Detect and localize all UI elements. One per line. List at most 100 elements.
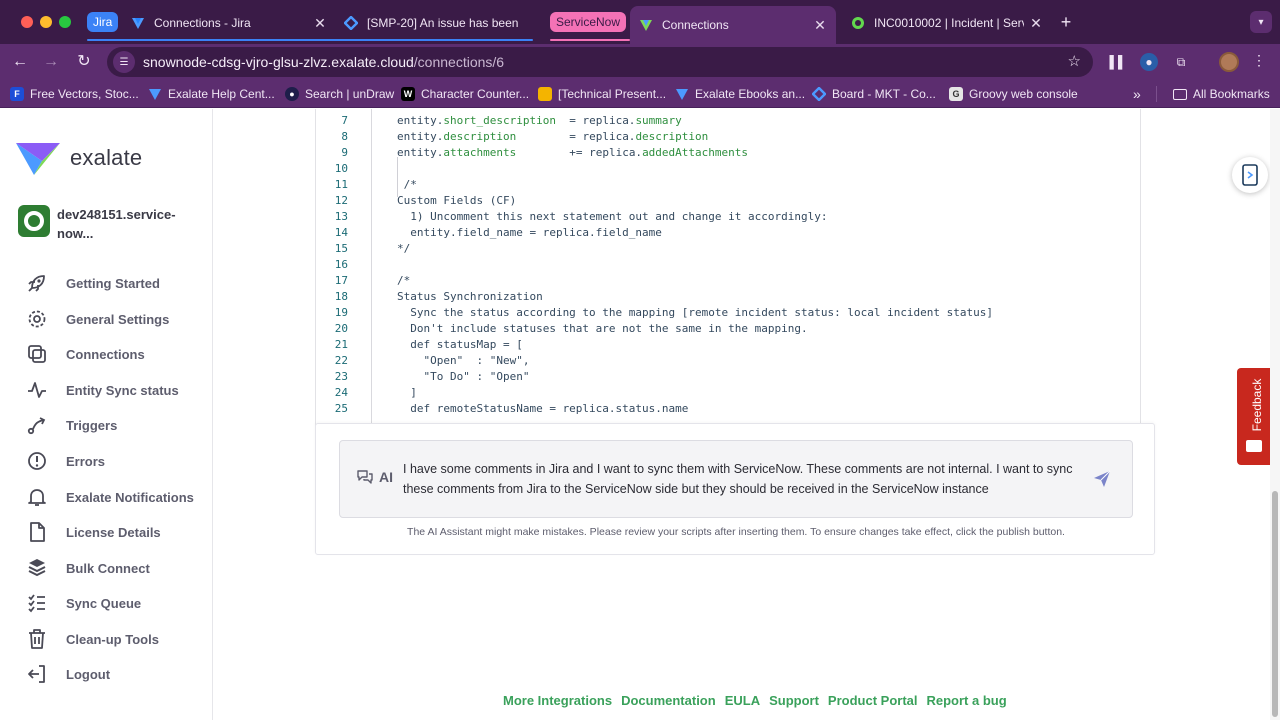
extension-books-icon[interactable]: ▌▌: [1109, 53, 1127, 71]
more-bookmarks-button[interactable]: »: [1133, 86, 1141, 102]
browser-menu-icon[interactable]: ⋮: [1252, 52, 1266, 69]
rocket-icon: [28, 275, 45, 292]
tab-search-button[interactable]: ▾: [1250, 11, 1272, 33]
profile-avatar[interactable]: [1219, 52, 1239, 72]
extensions-puzzle-icon[interactable]: ⧉: [1172, 53, 1190, 71]
close-tab-icon[interactable]: ✕: [812, 17, 828, 34]
bookmark-item[interactable]: Board - MKT - Co...: [812, 86, 936, 102]
groovy-icon: G: [949, 87, 963, 101]
ai-disclaimer: The AI Assistant might make mistakes. Pl…: [407, 526, 1065, 538]
ai-prompt-input[interactable]: AI I have some comments in Jira and I wa…: [339, 440, 1133, 518]
instance-switcher[interactable]: dev248151.service-now...: [18, 205, 187, 243]
tab-group-underline: [550, 39, 630, 41]
bookmark-item[interactable]: [Technical Present...: [538, 86, 666, 102]
new-tab-button[interactable]: +: [1058, 12, 1074, 32]
page-scrollbar[interactable]: [1270, 109, 1280, 720]
line-number: 18: [334, 290, 348, 303]
code-text: def remoteStatusName = replica.status.na…: [397, 402, 689, 415]
line-number: 9: [341, 146, 348, 159]
sidebar-item-connections[interactable]: Connections: [26, 342, 145, 366]
bookmark-item[interactable]: Exalate Help Cent...: [148, 86, 275, 102]
line-number: 12: [334, 194, 348, 207]
extension-password-icon[interactable]: ●: [1140, 53, 1158, 71]
bookmark-item[interactable]: Exalate Ebooks an...: [675, 86, 805, 102]
tab-title: INC0010002 | Incident | Servi: [874, 16, 1024, 30]
sidebar-item-exalate-notifications[interactable]: Exalate Notifications: [26, 485, 194, 509]
close-tab-icon[interactable]: ✕: [312, 15, 328, 32]
trash-icon: [29, 629, 45, 649]
footer-link-product-portal[interactable]: Product Portal: [828, 693, 918, 708]
bookmark-label: Groovy web console: [969, 87, 1078, 101]
code-line: 20 Don't include statuses that are not t…: [316, 321, 808, 337]
forward-button[interactable]: →: [41, 52, 61, 72]
footer-link-support[interactable]: Support: [769, 693, 819, 708]
close-window-button[interactable]: [21, 16, 33, 28]
sidebar-item-general-settings[interactable]: General Settings: [26, 307, 169, 331]
minimize-window-button[interactable]: [40, 16, 52, 28]
reload-button[interactable]: ↻: [74, 52, 94, 72]
code-text: Sync the status according to the mapping…: [397, 306, 994, 319]
script-editor[interactable]: 7 entity.short_description = replica.summ…: [315, 109, 1141, 429]
bookmark-label: Board - MKT - Co...: [832, 87, 936, 101]
tab-jira-issue[interactable]: [SMP-20] An issue has been: [343, 8, 533, 38]
footer-link-documentation[interactable]: Documentation: [621, 693, 716, 708]
bookmark-item[interactable]: W Character Counter...: [401, 86, 529, 102]
sidebar-item-errors[interactable]: Errors: [26, 449, 105, 473]
bookmark-star-icon[interactable]: ☆: [1068, 52, 1081, 70]
exalate-logo[interactable]: exalate: [14, 139, 142, 177]
ai-assistant-panel: AI I have some comments in Jira and I wa…: [315, 423, 1155, 555]
address-bar[interactable]: ☰ snownode-cdsg-vjro-glsu-zlvz.exalate.c…: [107, 47, 1093, 77]
close-tab-icon[interactable]: ✕: [1028, 15, 1044, 32]
line-number: 10: [334, 162, 348, 175]
bookmark-item[interactable]: G Groovy web console: [949, 86, 1078, 102]
footer-link-more-integrations[interactable]: More Integrations: [503, 693, 612, 708]
scrollbar-thumb[interactable]: [1272, 491, 1278, 717]
code-line: 10: [316, 161, 348, 177]
wordcounter-icon: W: [401, 87, 415, 101]
code-text: entity.short_description = replica.summa…: [397, 114, 682, 127]
sidebar-item-entity-sync-status[interactable]: Entity Sync status: [26, 378, 179, 402]
more-bookmarks-glyph: »: [1133, 86, 1141, 102]
tab-group-servicenow[interactable]: ServiceNow: [550, 12, 627, 32]
footer-link-eula[interactable]: EULA: [725, 693, 760, 708]
bookmark-item[interactable]: ● Search | unDraw: [285, 86, 394, 102]
mobile-preview-button[interactable]: [1232, 157, 1268, 193]
undraw-icon: ●: [285, 87, 299, 101]
sidebar-item-label: Connections: [66, 346, 145, 362]
sidebar-item-sync-queue[interactable]: Sync Queue: [26, 591, 141, 615]
bookmark-item[interactable]: F Free Vectors, Stoc...: [10, 86, 139, 102]
browser-tab-bar: Jira Connections - Jira ✕ [SMP-20] An is…: [0, 0, 1280, 44]
back-button[interactable]: ←: [10, 52, 30, 72]
code-line: 21 def statusMap = [: [316, 337, 523, 353]
tab-servicenow-incident[interactable]: INC0010002 | Incident | Servi ✕: [850, 8, 1044, 38]
send-icon[interactable]: [1092, 469, 1112, 489]
maximize-window-button[interactable]: [59, 16, 71, 28]
sidebar-item-logout[interactable]: Logout: [26, 662, 110, 686]
sidebar-item-license-details[interactable]: License Details: [26, 520, 161, 544]
tab-connections-jira[interactable]: Connections - Jira ✕: [130, 8, 328, 38]
line-number: 24: [334, 386, 348, 399]
main-content: 7 entity.short_description = replica.summ…: [214, 109, 1269, 720]
code-line: 12 Custom Fields (CF): [316, 193, 516, 209]
sidebar-item-label: General Settings: [66, 311, 170, 327]
sidebar-item-label: Errors: [66, 453, 106, 469]
code-line: 15 */: [316, 241, 411, 257]
code-text: Status Synchronization: [397, 290, 543, 303]
freepik-icon: F: [10, 87, 24, 101]
sidebar-item-getting-started[interactable]: Getting Started: [26, 271, 160, 295]
tab-group-jira[interactable]: Jira: [87, 12, 119, 32]
tab-title: Connections: [662, 18, 729, 32]
tab-connections-servicenow[interactable]: Connections ✕: [630, 6, 836, 44]
footer-link-report-a-bug[interactable]: Report a bug: [927, 693, 1007, 708]
code-text: entity.description = replica.description: [397, 130, 709, 143]
all-bookmarks-button[interactable]: All Bookmarks: [1156, 86, 1270, 102]
connections-icon: [28, 345, 46, 363]
line-number: 22: [334, 354, 348, 367]
feedback-icon: [1246, 440, 1262, 452]
feedback-tab[interactable]: Feedback: [1237, 368, 1271, 465]
sidebar-item-clean-up-tools[interactable]: Clean-up Tools: [26, 627, 159, 651]
code-text: entity.field_name = replica.field_name: [397, 226, 662, 239]
site-settings-icon[interactable]: ☰: [113, 51, 135, 73]
sidebar-item-triggers[interactable]: Triggers: [26, 413, 117, 437]
sidebar-item-bulk-connect[interactable]: Bulk Connect: [26, 556, 150, 580]
